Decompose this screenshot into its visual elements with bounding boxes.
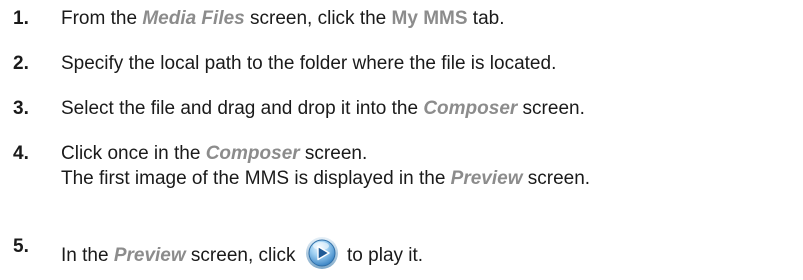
screen-name-media-files: Media Files	[142, 8, 245, 29]
step-number: 4.	[13, 143, 29, 164]
tab-name-my-mms: My MMS	[391, 8, 468, 29]
step-text: Select the file and drag and drop it int…	[61, 98, 585, 119]
step-number: 5.	[13, 236, 29, 257]
screen-name-composer: Composer	[205, 143, 300, 164]
step-text: Specify the local path to the folder whe…	[61, 53, 557, 74]
step-number: 1.	[13, 8, 29, 29]
screen-name-preview: Preview	[113, 245, 186, 266]
play-button-icon	[305, 236, 339, 270]
screen-name-composer: Composer	[423, 98, 518, 119]
step-text: Click once in the Composer screen. The fi…	[61, 143, 591, 189]
screen-name-preview: Preview	[450, 168, 523, 189]
step-number: 3.	[13, 98, 29, 119]
step-text: In the Preview screen, click to play it.	[61, 236, 423, 270]
step-number: 2.	[13, 53, 29, 74]
step-4-result: The first image of the MMS is displayed …	[61, 168, 591, 189]
step-text: From the Media Files screen, click the M…	[61, 8, 505, 29]
